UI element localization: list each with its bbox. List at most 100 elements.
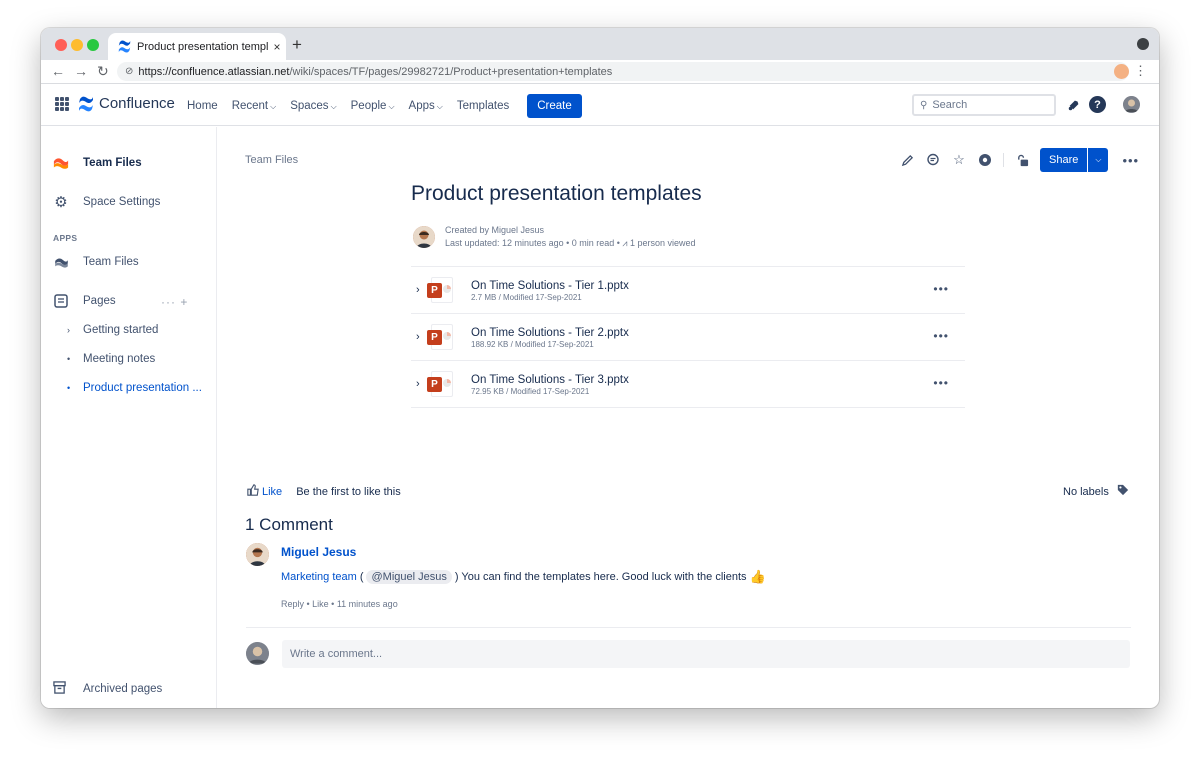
- sidebar-space-settings-label: Space Settings: [83, 196, 161, 208]
- nav-recent[interactable]: Recent ⌵: [232, 100, 277, 112]
- site-info-icon[interactable]: ⊘: [125, 66, 133, 77]
- space-sidebar: Team Files ⚙ Space Settings APPS Team Fi…: [41, 127, 217, 708]
- address-bar: ← → ↻ ⊘ https://confluence.atlassian.net…: [41, 60, 1159, 84]
- sidebar-page-getting-started[interactable]: › Getting started: [67, 324, 158, 336]
- archived-label: Archived pages: [83, 683, 163, 695]
- edit-pencil-icon[interactable]: [899, 152, 915, 168]
- forward-arrow-icon[interactable]: →: [74, 63, 88, 79]
- restrictions-lock-icon[interactable]: [1014, 152, 1030, 168]
- notifications-icon[interactable]: [1065, 96, 1082, 113]
- attachment-meta: 2.7 MB / Modified 17-Sep-2021: [471, 292, 582, 302]
- sidebar-archived-pages[interactable]: Archived pages: [53, 681, 162, 697]
- app-switcher-icon[interactable]: [55, 97, 69, 111]
- expand-chevron-icon[interactable]: ›: [411, 284, 427, 296]
- tag-icon[interactable]: [1117, 484, 1129, 499]
- attachment-more-icon[interactable]: •••: [933, 329, 949, 343]
- comment-author[interactable]: Miguel Jesus: [281, 545, 356, 559]
- like-button[interactable]: Like: [247, 484, 282, 499]
- reload-icon[interactable]: ↻: [97, 63, 109, 80]
- nav-people-label: People: [350, 99, 387, 112]
- sidebar-page-label: Getting started: [83, 324, 159, 336]
- url-path: /wiki/spaces/TF/pages/29982721/Product+p…: [289, 65, 613, 78]
- sidebar-page-label: Meeting notes: [83, 353, 156, 365]
- user-avatar[interactable]: [1123, 96, 1140, 113]
- sidebar-page-product-presentation[interactable]: • Product presentation ...: [67, 382, 202, 394]
- browser-profile-icon[interactable]: [1137, 38, 1149, 50]
- share-button[interactable]: Share: [1040, 148, 1088, 172]
- maximize-window-button[interactable]: [87, 39, 99, 51]
- minimize-window-button[interactable]: [71, 39, 83, 51]
- nav-spaces[interactable]: Spaces ⌵: [290, 100, 336, 112]
- analytics-icon: ⩘: [622, 238, 628, 248]
- chevron-down-icon: ⌵: [270, 101, 277, 111]
- expand-chevron-icon[interactable]: ›: [411, 378, 427, 390]
- share-dropdown-chevron-icon[interactable]: ⌵: [1088, 148, 1109, 172]
- last-updated: Last updated: 12 minutes ago • 0 min rea…: [445, 238, 623, 248]
- tab-bar: Product presentation template × +: [41, 28, 1159, 60]
- extension-icon[interactable]: [1114, 64, 1129, 79]
- help-icon[interactable]: ?: [1089, 96, 1106, 113]
- write-comment-input[interactable]: Write a comment...: [282, 640, 1130, 668]
- bullet-icon: •: [67, 383, 71, 393]
- tab-close-icon[interactable]: ×: [268, 40, 286, 54]
- sidebar-page-meeting-notes[interactable]: • Meeting notes: [67, 353, 155, 365]
- nav-home[interactable]: Home: [187, 100, 218, 112]
- browser-menu-icon[interactable]: ⋮: [1134, 63, 1147, 79]
- sidebar-apps-heading: APPS: [53, 233, 78, 243]
- like-label: Like: [262, 485, 283, 498]
- powerpoint-file-icon: P: [427, 322, 457, 352]
- back-arrow-icon[interactable]: ←: [51, 63, 65, 79]
- comment-link[interactable]: Marketing team: [281, 571, 357, 583]
- sidebar-pages[interactable]: Pages: [53, 293, 116, 309]
- browser-tab[interactable]: Product presentation template ×: [108, 33, 286, 60]
- more-actions-icon[interactable]: •••: [1122, 153, 1139, 168]
- powerpoint-file-icon: P: [427, 369, 457, 399]
- confluence-logo[interactable]: Confluence: [78, 95, 175, 112]
- attachment-name[interactable]: On Time Solutions - Tier 3.pptx: [471, 373, 629, 387]
- attachment-row[interactable]: › P On Time Solutions - Tier 2.pptx 188.…: [411, 314, 965, 361]
- search-input[interactable]: ⚲ Search: [912, 94, 1056, 116]
- sidebar-space-settings[interactable]: ⚙ Space Settings: [53, 194, 161, 211]
- search-placeholder: Search: [932, 99, 968, 111]
- nav-templates-label: Templates: [456, 99, 510, 112]
- attachment-row[interactable]: › P On Time Solutions - Tier 1.pptx 2.7 …: [411, 267, 965, 314]
- pages-actions[interactable]: ··· +: [161, 295, 188, 309]
- new-tab-button[interactable]: +: [292, 35, 302, 55]
- attachment-meta: 188.92 KB / Modified 17-Sep-2021: [471, 339, 594, 349]
- viewers-link[interactable]: 1 person viewed: [630, 238, 696, 248]
- archive-icon: [53, 681, 69, 697]
- thumbs-up-icon: [247, 484, 259, 499]
- watch-eye-icon[interactable]: [977, 152, 993, 168]
- comment-icon[interactable]: [925, 152, 941, 168]
- url-input[interactable]: ⊘ https://confluence.atlassian.net/wiki/…: [117, 62, 1129, 81]
- expand-chevron-icon[interactable]: ›: [67, 325, 83, 335]
- expand-chevron-icon[interactable]: ›: [411, 331, 427, 343]
- page-byline: Created by Miguel Jesus Last updated: 12…: [413, 224, 696, 250]
- attachment-more-icon[interactable]: •••: [933, 282, 949, 296]
- team-files-app-icon: [53, 254, 69, 270]
- attachment-name[interactable]: On Time Solutions - Tier 2.pptx: [471, 326, 629, 340]
- user-mention[interactable]: @Miguel Jesus: [366, 570, 452, 584]
- nav-apps[interactable]: Apps ⌵: [409, 100, 443, 112]
- create-button[interactable]: Create: [527, 93, 582, 118]
- star-icon[interactable]: ☆: [951, 152, 967, 168]
- comment-actions[interactable]: Reply • Like • 11 minutes ago: [281, 599, 398, 609]
- comment-open-paren: (: [359, 571, 364, 583]
- current-user-avatar: [246, 642, 269, 665]
- created-by[interactable]: Created by Miguel Jesus: [445, 224, 696, 237]
- close-window-button[interactable]: [55, 39, 67, 51]
- sidebar-app-team-files[interactable]: Team Files: [53, 254, 139, 270]
- attachment-name[interactable]: On Time Solutions - Tier 1.pptx: [471, 279, 629, 293]
- attachment-row[interactable]: › P On Time Solutions - Tier 3.pptx 72.9…: [411, 361, 965, 408]
- labels-area: No labels: [1063, 484, 1129, 499]
- nav-spaces-label: Spaces: [290, 99, 329, 112]
- comment-author-avatar[interactable]: [246, 543, 269, 566]
- breadcrumb[interactable]: Team Files: [245, 154, 298, 166]
- primary-nav: Home Recent ⌵ Spaces ⌵ People ⌵ Apps ⌵ Templ…: [187, 85, 582, 126]
- attachment-more-icon[interactable]: •••: [933, 376, 949, 390]
- nav-people[interactable]: People ⌵: [351, 100, 395, 112]
- author-avatar[interactable]: [413, 226, 435, 248]
- nav-templates[interactable]: Templates: [457, 100, 509, 112]
- sidebar-space-link[interactable]: Team Files: [53, 155, 142, 171]
- no-labels-text: No labels: [1063, 485, 1109, 498]
